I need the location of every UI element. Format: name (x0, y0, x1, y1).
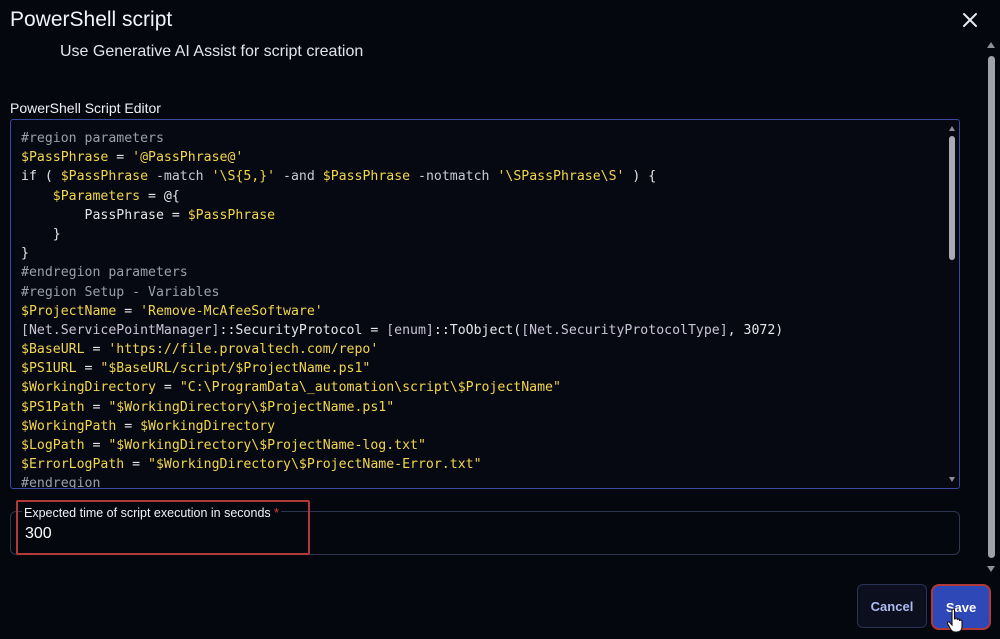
ai-assist-label: Use Generative AI Assist for script crea… (60, 43, 364, 60)
dialog-title: PowerShell script (10, 8, 173, 31)
hand-pointer-icon (946, 608, 966, 634)
scroll-down-icon[interactable] (987, 566, 995, 572)
close-icon[interactable] (958, 8, 982, 32)
code-line: $BaseURL = 'https://file.provaltech.com/… (21, 342, 379, 358)
execution-time-label-text: Expected time of script execution in sec… (24, 506, 271, 520)
code-line: $Parameters = @{ (52, 188, 180, 204)
editor-label: PowerShell Script Editor (10, 100, 161, 116)
code-line: } (21, 226, 61, 242)
editor-scrollbar[interactable] (947, 122, 957, 484)
code-line: $PS1Path = "$WorkingDirectory\$ProjectNa… (21, 399, 395, 415)
execution-time-input[interactable]: 300 (25, 525, 52, 543)
code-line: #region parameters (21, 131, 164, 146)
code-line: if ( $PassPhrase -match '\S{5,}' -and $P… (21, 169, 657, 185)
code-line: $PS1URL = "$BaseURL/script/$ProjectName.… (21, 361, 371, 377)
script-code[interactable]: #region parameters $PassPhrase = '@PassPh… (21, 129, 784, 489)
ai-assist-toggle-row: Use Generative AI Assist for script crea… (0, 36, 500, 66)
editor-scroll-thumb[interactable] (949, 136, 955, 260)
scroll-up-icon[interactable] (987, 42, 995, 48)
code-line: #region Setup - Variables (21, 284, 220, 300)
code-line: $LogPath = "$WorkingDirectory\$ProjectNa… (21, 438, 426, 453)
dialog-scrollbar[interactable] (984, 42, 998, 572)
scroll-up-icon[interactable] (949, 126, 955, 131)
code-line: $PassPhrase = '@PassPhrase@' (21, 150, 244, 166)
execution-time-label: Expected time of script execution in sec… (22, 506, 282, 520)
code-line: $WorkingDirectory = "C:\ProgramData\_aut… (21, 380, 561, 396)
code-line: [Net.ServicePointManager]::SecurityProto… (21, 322, 784, 338)
code-line: $ErrorLogPath = "$WorkingDirectory\$Proj… (21, 457, 482, 473)
code-line: #endregion (21, 476, 101, 489)
powershell-script-dialog: PowerShell script Use Generative AI Assi… (0, 0, 1000, 638)
code-line: $WorkingPath = $WorkingDirectory (21, 418, 276, 434)
code-line: #endregion parameters (21, 265, 188, 281)
code-line: $ProjectName = 'Remove-McAfeeSoftware' (21, 303, 323, 319)
scroll-down-icon[interactable] (949, 477, 955, 482)
code-line: PassPhrase = $PassPhrase (21, 207, 276, 223)
required-marker: * (274, 506, 280, 520)
code-line: } (21, 246, 29, 262)
cancel-button[interactable]: Cancel (857, 584, 927, 628)
dialog-scroll-thumb[interactable] (988, 56, 995, 558)
script-editor[interactable]: #region parameters $PassPhrase = '@PassPh… (10, 119, 960, 489)
